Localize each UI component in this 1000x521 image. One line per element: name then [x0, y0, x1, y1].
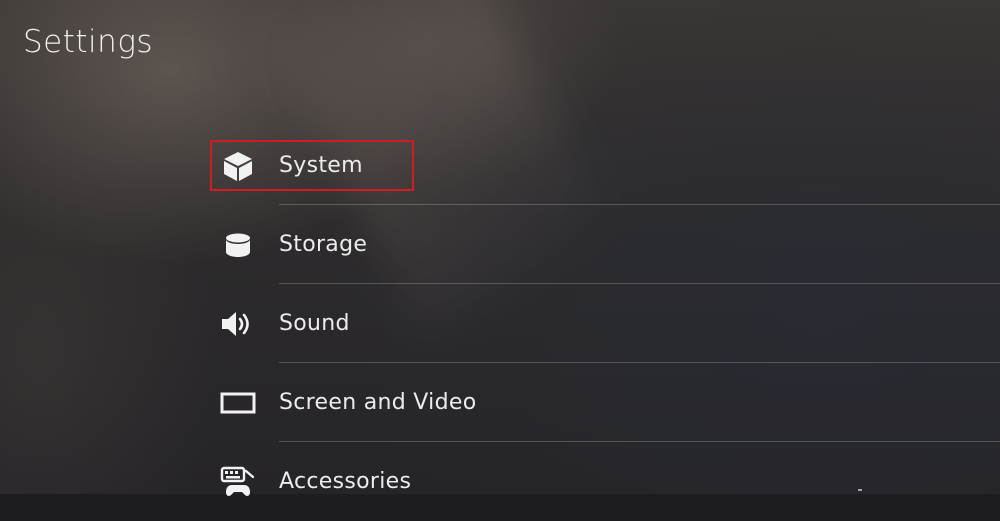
speaker-icon	[220, 306, 256, 342]
menu-item-accessories[interactable]: Accessories	[210, 442, 1000, 521]
menu-item-label: Screen and Video	[279, 389, 477, 415]
menu-item-label: Storage	[279, 231, 368, 257]
screen-rectangle-icon	[220, 385, 256, 421]
menu-item-storage[interactable]: Storage	[210, 205, 1000, 284]
menu-item-sound[interactable]: Sound	[210, 284, 1000, 363]
keyboard-controller-icon	[220, 464, 256, 500]
menu-item-label: Accessories	[279, 468, 412, 494]
scroll-indicator-mark	[858, 489, 862, 491]
menu-item-system[interactable]: System	[210, 126, 1000, 205]
storage-cylinder-icon	[220, 227, 256, 263]
menu-item-label: Sound	[279, 310, 350, 336]
page-title: Settings	[23, 24, 154, 60]
focus-highlight	[210, 140, 414, 191]
menu-item-screen-and-video[interactable]: Screen and Video	[210, 363, 1000, 442]
settings-menu: System Storage Sound Screen and Video Ac…	[210, 126, 1000, 521]
